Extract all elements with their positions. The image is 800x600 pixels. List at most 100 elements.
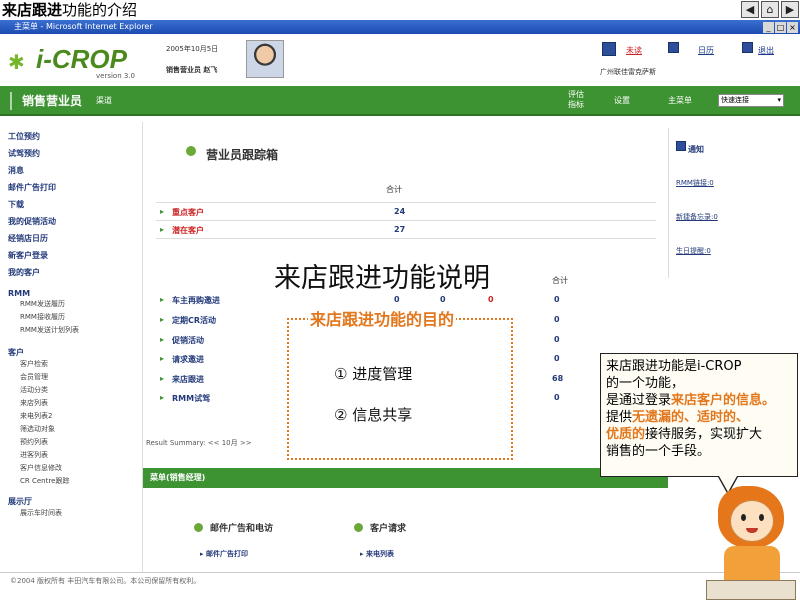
table-row-total[interactable]: 0 xyxy=(554,354,560,363)
table-row-label[interactable]: 潜在客户 xyxy=(172,225,204,236)
table-row-value[interactable]: 24 xyxy=(394,207,405,216)
mail-print-link[interactable]: ▸ 邮件广告打印 xyxy=(200,549,248,559)
tracker-bullet-icon xyxy=(186,146,196,156)
logout-icon[interactable] xyxy=(742,42,753,53)
calendar-icon[interactable] xyxy=(668,42,679,53)
sidebar-item[interactable]: 新客户登录 xyxy=(8,247,138,264)
footer-copyright: ©2004 版权所有 丰田汽车有限公司。本公司保留所有权利。 xyxy=(10,577,201,585)
sidebar-item[interactable]: 邮件广告打印 xyxy=(8,179,138,196)
table-row-label[interactable]: 车主再购邀进 xyxy=(172,295,220,306)
purpose-item: ① 进度管理 xyxy=(334,365,413,383)
close-button[interactable]: × xyxy=(787,22,798,33)
notice-link[interactable]: 生日提醒:0 xyxy=(676,246,711,256)
callout-line: 的一个功能， xyxy=(606,376,685,391)
manager-menu-title: 菜单(销售经理) xyxy=(150,473,206,482)
callout-line: 是通过登录来店客户的信息。 xyxy=(606,392,792,409)
sidebar-subitem[interactable]: 客户信息修改 xyxy=(8,462,138,475)
table-row-label[interactable]: RMM试驾 xyxy=(172,393,210,404)
nav-item-settings[interactable]: 设置 xyxy=(614,95,630,106)
table-row-label[interactable]: 重点客户 xyxy=(172,207,204,218)
sidebar-section-customer: 客户 xyxy=(8,348,24,357)
row-divider xyxy=(156,202,656,203)
home-button[interactable]: ⌂ xyxy=(761,1,779,18)
callout-highlight: 优质的 xyxy=(606,427,646,442)
sidebar-subitem[interactable]: 预约列表 xyxy=(8,436,138,449)
row-arrow-icon: ▸ xyxy=(160,335,165,344)
header-link-calendar[interactable]: 日历 xyxy=(698,45,714,56)
prev-slide-button[interactable]: ◀ xyxy=(741,1,759,18)
row-divider xyxy=(156,220,656,221)
sidebar-subitem[interactable]: 会员管理 xyxy=(8,371,138,384)
section-bullet-icon xyxy=(354,523,363,532)
sidebar-item[interactable]: 工位预约 xyxy=(8,128,138,145)
table-row-value[interactable]: 27 xyxy=(394,225,405,234)
sidebar-item[interactable]: 我的客户 xyxy=(8,264,138,281)
table-row-total[interactable]: 0 xyxy=(554,315,560,324)
call-list-link[interactable]: ▸ 来电列表 xyxy=(360,549,394,559)
header-link-unread[interactable]: 未读 xyxy=(626,45,642,56)
header-link-logout[interactable]: 退出 xyxy=(758,45,774,56)
mail-print-label: 邮件广告打印 xyxy=(205,550,248,558)
quick-link-select[interactable]: 快速连接 ▾ xyxy=(718,94,784,107)
section-request-title: 客户请求 xyxy=(370,524,407,534)
call-list-label: 来电列表 xyxy=(365,550,394,558)
calendar-icon[interactable] xyxy=(602,42,616,56)
quick-link-value: 快速连接 xyxy=(721,96,749,104)
sidebar-subitem[interactable]: 展示车时间表 xyxy=(8,507,138,520)
sidebar-subitem[interactable]: 客户检索 xyxy=(8,358,138,371)
notice-link[interactable]: 新捷备忘录:0 xyxy=(676,212,718,222)
nav-item-main-menu[interactable]: 主菜单 xyxy=(668,95,692,106)
sidebar-divider xyxy=(142,122,143,572)
row-arrow-icon: ▸ xyxy=(160,393,165,402)
row-arrow-icon: ▸ xyxy=(160,354,165,363)
minimize-button[interactable]: _ xyxy=(763,22,774,33)
sidebar-item[interactable]: 消息 xyxy=(8,162,138,179)
logo-leaf-icon: ✱ xyxy=(8,50,25,74)
window-title: 主菜单 - Microsoft Internet Explorer xyxy=(14,22,153,31)
table-row-total[interactable]: 0 xyxy=(554,295,560,304)
table-row-total[interactable]: 0 xyxy=(554,335,560,344)
table-row-value[interactable]: 0 xyxy=(394,295,400,304)
row-arrow-icon: ▸ xyxy=(160,315,165,324)
sidebar-item[interactable]: 下载 xyxy=(8,196,138,213)
avatar xyxy=(246,40,284,78)
result-summary[interactable]: Result Summary: << 10月 >> xyxy=(146,438,252,448)
explanation-callout: 来店跟进功能是i-CROP 的一个功能， 是通过登录来店客户的信息。 提供无遗漏… xyxy=(600,353,798,477)
slide-title: 来店跟进功能的介绍 xyxy=(2,0,137,20)
sidebar-subitem[interactable]: RMM发送计划列表 xyxy=(8,324,138,337)
sidebar-subitem[interactable]: 进客列表 xyxy=(8,449,138,462)
notice-icon xyxy=(676,141,686,151)
sidebar-subitem[interactable]: 活动分类 xyxy=(8,384,138,397)
sidebar-subitem[interactable]: 筛选动对象 xyxy=(8,423,138,436)
nav-item-metrics[interactable]: 评估指标 xyxy=(568,90,586,110)
purpose-item: ② 信息共享 xyxy=(334,406,413,424)
sidebar-subitem[interactable]: 来店列表 xyxy=(8,397,138,410)
maximize-button[interactable]: □ xyxy=(775,22,786,33)
row-arrow-icon: ▸ xyxy=(160,295,165,304)
table-row-value[interactable]: 0 xyxy=(440,295,446,304)
callout-text: 提供 xyxy=(606,410,633,425)
cartoon-girl-face xyxy=(730,500,774,542)
table-row-total[interactable]: 0 xyxy=(554,393,560,402)
footer-divider xyxy=(0,572,800,573)
callout-highlight: 来店客户的信息。 xyxy=(671,393,776,408)
notice-link[interactable]: RMM链接:0 xyxy=(676,178,714,188)
sidebar-item[interactable]: 我的促销活动 xyxy=(8,213,138,230)
table-row-label[interactable]: 请求邀进 xyxy=(172,354,204,365)
overlay-title: 来店跟进功能说明 xyxy=(274,263,490,294)
table-row-total[interactable]: 68 xyxy=(552,374,563,383)
nav-subtitle[interactable]: 渠道 xyxy=(96,95,112,106)
callout-text: 接待服务，实现扩大 xyxy=(645,427,763,442)
sidebar-subitem[interactable]: 来电列表2 xyxy=(8,410,138,423)
next-slide-button[interactable]: ▶ xyxy=(781,1,799,18)
sidebar-item[interactable]: 经销店日历 xyxy=(8,230,138,247)
nav-divider xyxy=(10,92,12,110)
sidebar-subitem[interactable]: RMM发送履历 xyxy=(8,298,138,311)
table-row-label[interactable]: 定期CR活动 xyxy=(172,315,216,326)
sidebar-item[interactable]: 试驾预约 xyxy=(8,145,138,162)
sidebar-subitem[interactable]: RMM接收履历 xyxy=(8,311,138,324)
table-row-label[interactable]: 来店跟进 xyxy=(172,374,204,385)
sidebar-subitem[interactable]: CR Centre跟踪 xyxy=(8,475,138,488)
table-row-value[interactable]: 0 xyxy=(488,295,494,304)
table-row-label[interactable]: 促销活动 xyxy=(172,335,204,346)
